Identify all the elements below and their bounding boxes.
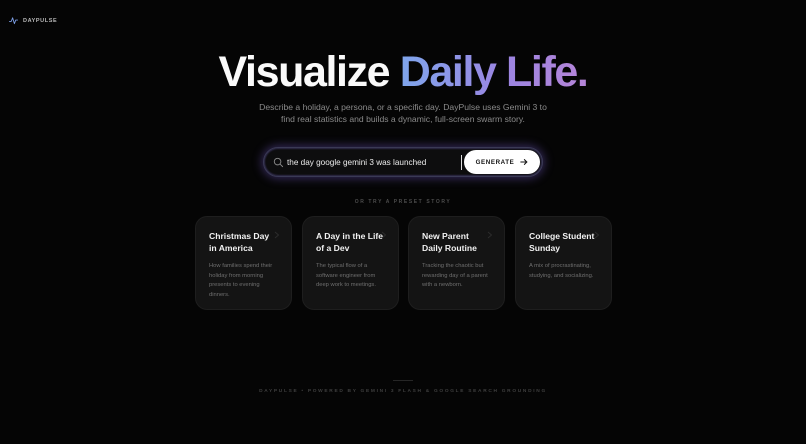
brand-logo[interactable]: DAYPULSE — [9, 16, 57, 25]
search-icon — [273, 157, 284, 168]
hero-title-main: Visualize — [218, 48, 391, 96]
preset-card-description: Tracking the chaotic but rewarding day o… — [422, 263, 488, 289]
preset-card-title: New Parent Daily Routine — [422, 231, 477, 253]
preset-card-title: College Student Sunday — [529, 231, 595, 253]
arrow-right-icon — [520, 159, 528, 165]
footer-divider — [393, 380, 413, 381]
preset-section-label: OR TRY A PRESET STORY — [354, 199, 452, 205]
hero-title: Visualize Daily Life. — [0, 46, 806, 98]
pulse-icon — [9, 17, 18, 25]
preset-card-college-student[interactable]: College Student Sunday A mix of procrast… — [515, 216, 612, 310]
search-bar: GENERATE — [263, 147, 543, 177]
brand-name: DAYPULSE — [23, 17, 58, 24]
preset-card-new-parent[interactable]: New Parent Daily Routine Tracking the ch… — [408, 216, 505, 310]
footer-text: DAYPULSE • POWERED BY GEMINI 3 FLASH & G… — [259, 389, 547, 394]
chevron-right-icon — [274, 231, 280, 239]
preset-card-title: Christmas Day in America — [209, 231, 270, 253]
preset-card-dev[interactable]: A Day in the Life of a Dev The typical f… — [302, 216, 399, 310]
chevron-right-icon — [594, 231, 600, 239]
search-input[interactable] — [287, 155, 462, 170]
preset-card-description: How families spend their holiday from mo… — [209, 263, 273, 298]
generate-button[interactable]: GENERATE — [464, 150, 540, 174]
preset-card-description: A mix of procrastinating, studying, and … — [529, 263, 594, 279]
hero-title-accent: Daily Life. — [399, 48, 589, 96]
chevron-right-icon — [487, 231, 493, 239]
preset-card-christmas[interactable]: Christmas Day in America How families sp… — [195, 216, 292, 310]
preset-card-description: The typical flow of a software engineer … — [316, 263, 376, 289]
page: DAYPULSE Visualize Daily Life. Describe … — [0, 0, 806, 444]
chevron-right-icon — [381, 231, 387, 239]
generate-button-label: GENERATE — [475, 158, 515, 166]
preset-card-title: A Day in the Life of a Dev — [316, 231, 384, 253]
preset-cards: Christmas Day in America How families sp… — [195, 216, 612, 310]
hero-subtitle-line-2: find real statistics and builds a dynami… — [281, 114, 525, 124]
